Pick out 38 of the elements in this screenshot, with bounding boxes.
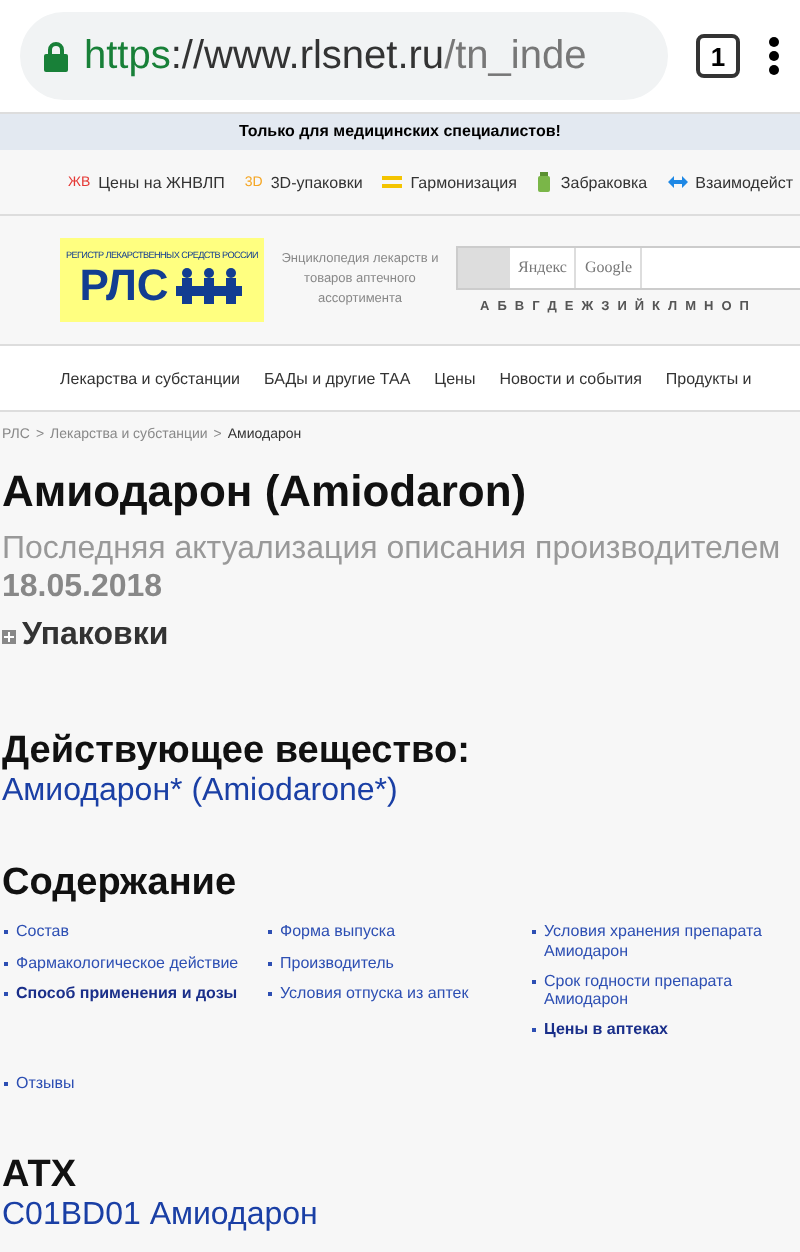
tab-count-button[interactable]: 1	[696, 34, 740, 78]
search-field[interactable]: Яндекс Google	[456, 246, 800, 290]
contents-link[interactable]: Отзывы	[2, 1074, 800, 1093]
crosses-icon	[176, 267, 245, 303]
contents-link[interactable]: Условия хранения препарата Амиодарон	[530, 922, 790, 960]
contents-link[interactable]: Фармакологическое действие	[2, 953, 266, 972]
substance-link[interactable]: Амиодарон* (Amiodarone*)	[2, 774, 800, 811]
section-heading: АТХ	[2, 1153, 79, 1197]
equals-icon	[382, 176, 403, 188]
nav-link[interactable]: БАДы и другие ТАА	[264, 369, 411, 387]
double-arrow-icon	[667, 176, 688, 188]
nav-link[interactable]: Новости и события	[499, 369, 642, 387]
packages-toggle[interactable]: Упаковки	[2, 618, 800, 655]
plus-icon	[2, 629, 16, 644]
atc-link[interactable]: C01BD01 Амиодарон	[2, 1197, 800, 1233]
notice-banner: Только для медицинских специалистов!	[0, 114, 800, 150]
page-title: Амиодарон (Amiodaron)	[2, 466, 529, 518]
bottle-icon	[536, 172, 553, 192]
contents-link[interactable]: Способ применения и дозы	[2, 983, 266, 1002]
nav-link[interactable]: Цены	[434, 369, 476, 387]
address-bar[interactable]: https://www.rlsnet.ru/tn_inde	[20, 12, 668, 100]
contents-link[interactable]: Срок годности препарата Амиодарон	[530, 971, 790, 1009]
nav-link[interactable]: Лекарства и субстанции	[60, 369, 241, 387]
more-menu-icon[interactable]	[768, 36, 780, 76]
lock-icon	[44, 41, 68, 71]
update-note: Последняя актуализация описания производителем 18.05.2018	[2, 530, 783, 607]
contents-link[interactable]: Форма выпуска	[266, 922, 530, 942]
section-heading: Содержание	[2, 862, 239, 907]
toolbar-link[interactable]: Гармонизация	[382, 173, 517, 191]
contents-link[interactable]: Состав	[2, 922, 266, 942]
nav-link[interactable]: Продукты и	[665, 369, 752, 387]
contents-link[interactable]: Условия отпуска из аптек	[266, 983, 530, 1002]
contents-link[interactable]: Цены в аптеках	[530, 1020, 790, 1039]
section-heading: Действующее вещество:	[2, 730, 472, 775]
contents-link[interactable]: Производитель	[266, 953, 530, 972]
url-text: https://www.rlsnet.ru/tn_inde	[84, 33, 587, 79]
toolbar-link[interactable]: Взаимодейст	[667, 173, 794, 191]
toolbar-link[interactable]: Забраковка	[536, 172, 648, 192]
